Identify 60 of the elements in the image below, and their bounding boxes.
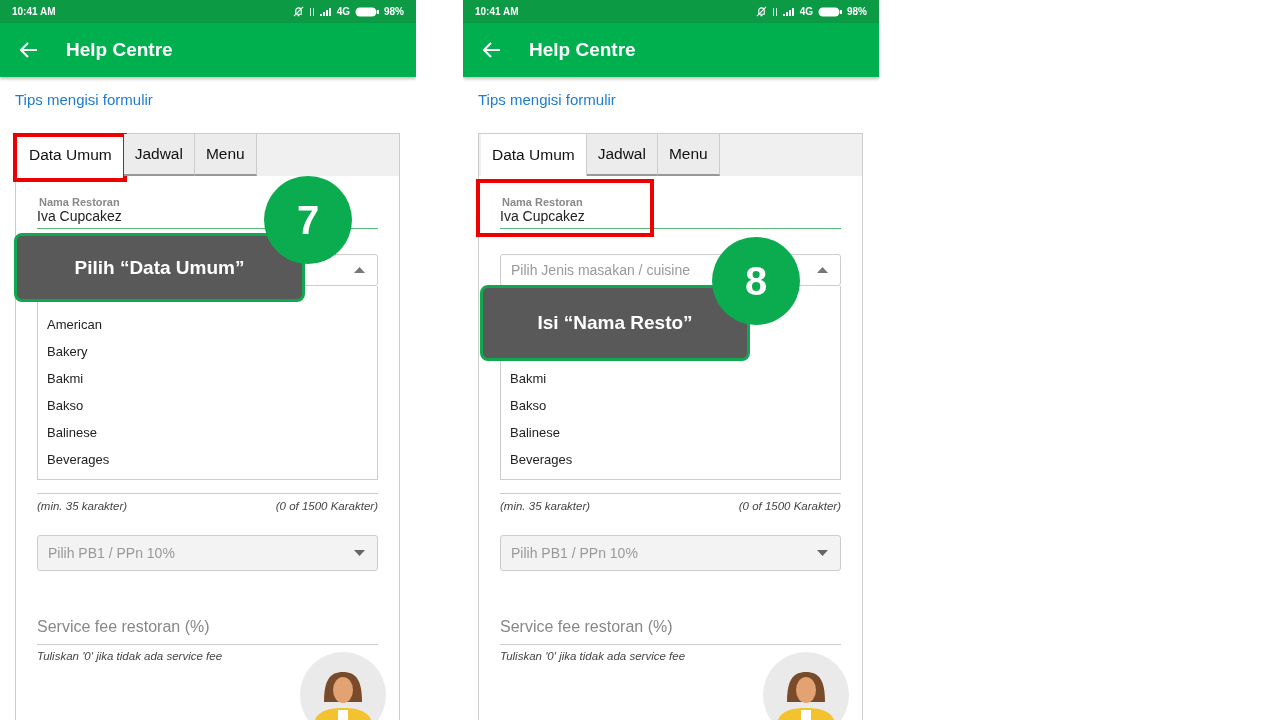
tips-link[interactable]: Tips mengisi formulir bbox=[478, 91, 616, 108]
battery-percent: 98% bbox=[384, 6, 404, 17]
dropdown-option[interactable]: Balinese bbox=[501, 419, 840, 446]
status-time: 10:41 AM bbox=[12, 6, 56, 17]
dropdown-option[interactable]: Bakso bbox=[38, 392, 377, 419]
dropdown-option[interactable]: Balinese bbox=[38, 419, 377, 446]
battery-percent: 98% bbox=[847, 6, 867, 17]
back-arrow-icon[interactable] bbox=[20, 42, 38, 58]
dropdown-option[interactable]: Beverages bbox=[38, 446, 377, 473]
character-count: (0 of 1500 Karakter) bbox=[738, 500, 841, 512]
tab[interactable]: Data Umum bbox=[18, 134, 124, 176]
dropdown-placeholder: Pilih PB1 / PPn 10% bbox=[511, 545, 638, 561]
step-number-badge: 7 bbox=[264, 176, 352, 264]
min-characters-note: (min. 35 karakter) bbox=[37, 500, 128, 512]
field-label: Nama Restoran bbox=[502, 196, 584, 208]
dropdown-option[interactable]: Beverages bbox=[501, 446, 840, 473]
network-type: 4G bbox=[799, 6, 813, 17]
back-arrow-icon[interactable] bbox=[483, 42, 501, 58]
data-arrows-icon bbox=[771, 6, 778, 17]
network-type: 4G bbox=[336, 6, 350, 17]
tab[interactable]: Data Umum bbox=[481, 134, 587, 176]
field-label: Nama Restoran bbox=[39, 196, 121, 208]
tab[interactable]: Jadwal bbox=[123, 134, 195, 176]
battery-icon bbox=[355, 6, 379, 17]
field-value: Iva Cupcakez bbox=[500, 208, 585, 224]
caret-down-icon bbox=[354, 550, 365, 556]
tab[interactable]: Menu bbox=[657, 134, 720, 176]
data-arrows-icon bbox=[308, 6, 315, 17]
service-fee-field[interactable]: Service fee restoran (%) bbox=[500, 618, 841, 645]
signal-icon bbox=[782, 7, 795, 16]
min-characters-note: (min. 35 karakter) bbox=[500, 500, 591, 512]
caret-up-icon bbox=[354, 267, 365, 273]
restaurant-name-field[interactable]: Nama Restoran Iva Cupcakez bbox=[500, 196, 841, 229]
dropdown-placeholder: Pilih Jenis masakan / cuisine bbox=[511, 262, 690, 278]
field-placeholder: Service fee restoran (%) bbox=[500, 618, 673, 635]
field-value: Iva Cupcakez bbox=[37, 208, 122, 224]
dropdown-option[interactable]: American bbox=[38, 311, 377, 338]
dropdown-placeholder: Pilih PB1 / PPn 10% bbox=[48, 545, 175, 561]
bell-off-icon bbox=[755, 6, 767, 17]
dropdown-option[interactable]: Bakery bbox=[38, 338, 377, 365]
dropdown-option[interactable]: Bakmi bbox=[501, 365, 840, 392]
caret-up-icon bbox=[817, 267, 828, 273]
dropdown-option[interactable]: Bakmi bbox=[38, 365, 377, 392]
instruction-tooltip: Pilih “Data Umum” bbox=[14, 233, 305, 302]
tab[interactable]: Menu bbox=[194, 134, 257, 176]
app-title: Help Centre bbox=[529, 39, 636, 61]
caret-down-icon bbox=[817, 550, 828, 556]
character-count: (0 of 1500 Karakter) bbox=[275, 500, 378, 512]
service-fee-hint: Tuliskan '0' jika tidak ada service fee bbox=[500, 650, 687, 662]
field-placeholder: Service fee restoran (%) bbox=[37, 618, 210, 635]
status-time: 10:41 AM bbox=[475, 6, 519, 17]
service-fee-hint: Tuliskan '0' jika tidak ada service fee bbox=[37, 650, 224, 662]
dropdown-option[interactable]: Bakso bbox=[501, 392, 840, 419]
app-title: Help Centre bbox=[66, 39, 173, 61]
signal-icon bbox=[319, 7, 332, 16]
service-fee-field[interactable]: Service fee restoran (%) bbox=[37, 618, 378, 645]
bell-off-icon bbox=[292, 6, 304, 17]
tips-link[interactable]: Tips mengisi formulir bbox=[15, 91, 153, 108]
battery-icon bbox=[818, 6, 842, 17]
tab[interactable]: Jadwal bbox=[586, 134, 658, 176]
